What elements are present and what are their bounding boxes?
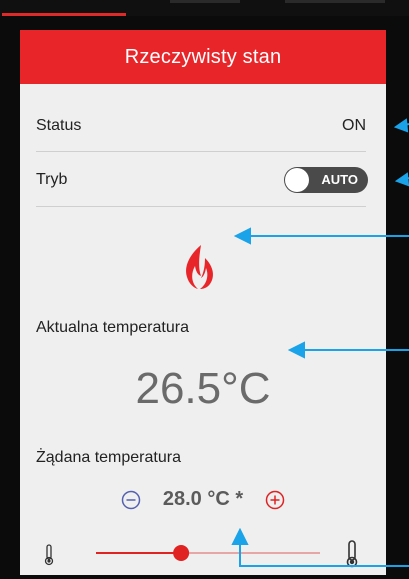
minus-circle-icon[interactable] <box>121 490 141 510</box>
plus-circle-icon[interactable] <box>265 490 285 510</box>
slider-svg <box>44 540 358 568</box>
mode-label: Tryb <box>36 171 68 188</box>
active-tab-indicator <box>2 13 126 16</box>
status-row: Status ON <box>36 114 366 138</box>
toggle-knob <box>285 168 309 192</box>
divider <box>36 151 366 152</box>
card-header: Rzeczywisty stan <box>20 30 386 84</box>
toggle-label: AUTO <box>321 172 358 187</box>
top-tab-bar <box>0 0 409 16</box>
flame-icon <box>186 245 213 289</box>
status-value: ON <box>342 117 366 134</box>
thermometer-low-icon <box>44 544 54 566</box>
divider <box>36 206 366 207</box>
current-temp-value: 26.5°C <box>135 364 271 413</box>
setpoint-controls: 28.0 °C * <box>20 488 386 511</box>
mode-row: Tryb AUTO <box>36 166 368 194</box>
card-title: Rzeczywisty stan <box>124 45 282 68</box>
thermometer-high-icon <box>346 540 358 568</box>
current-temp-label: Aktualna temperatura <box>36 319 189 336</box>
tab-faint-1 <box>170 0 240 3</box>
slider-thumb[interactable] <box>173 545 190 561</box>
mode-toggle[interactable]: AUTO <box>284 167 368 193</box>
thermostat-card: Rzeczywisty stan Status ON Tryb AUTO Akt… <box>20 30 386 575</box>
target-temp-slider-area <box>36 538 370 568</box>
tab-faint-2 <box>285 0 385 3</box>
target-temp-value: 28.0 °C * <box>162 488 244 510</box>
status-label: Status <box>36 117 82 134</box>
target-temp-label: Żądana temperatura <box>36 449 181 466</box>
